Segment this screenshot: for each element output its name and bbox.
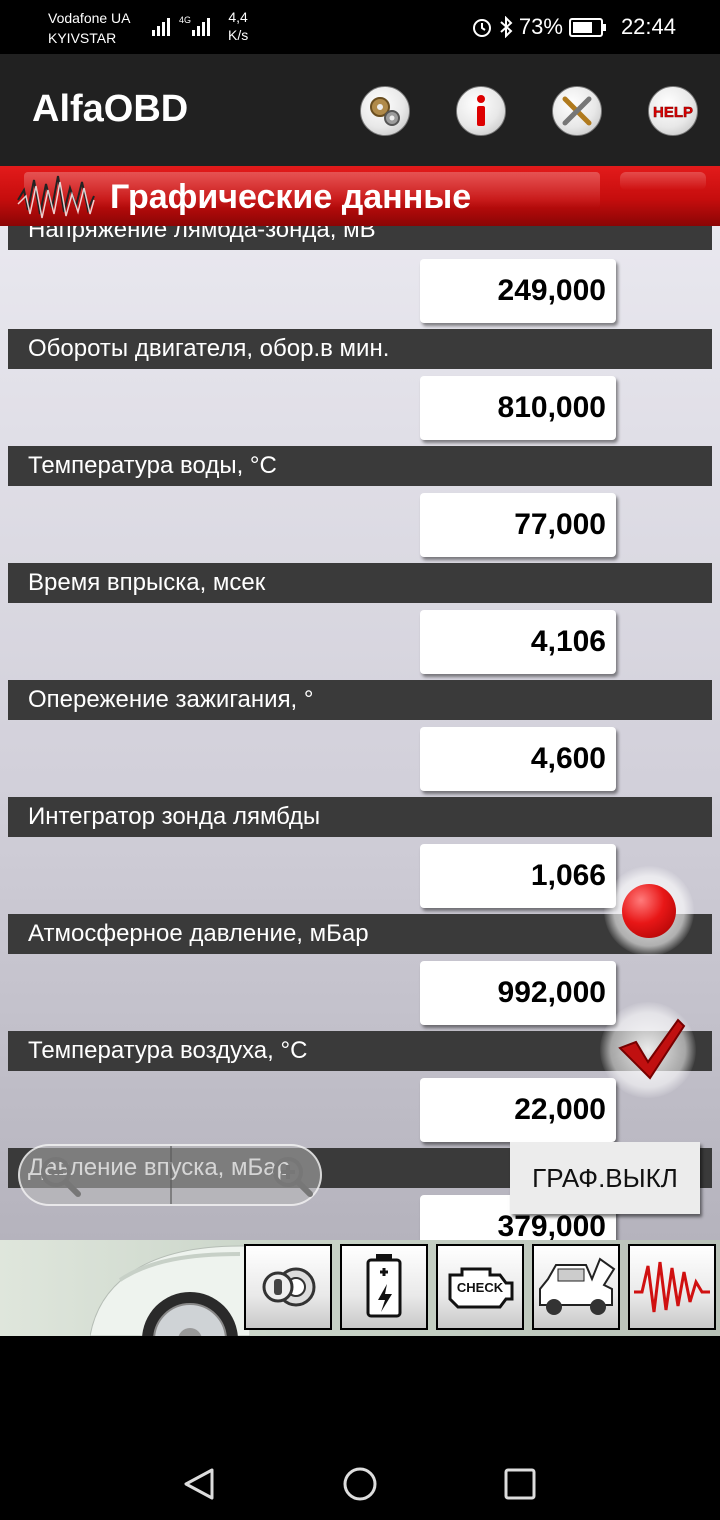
speed-value: 4,4 (228, 9, 248, 25)
waveform-logo-icon (17, 175, 95, 219)
speed-unit: K/s (228, 27, 249, 43)
param-label-water-temp: Температура воды, °C (8, 446, 712, 486)
param-label-lambda-voltage: Напряжение лямбда-зонда, мВ (8, 226, 712, 250)
ignition-key-icon (262, 1267, 316, 1307)
info-icon (477, 95, 485, 126)
tools-icon (562, 96, 592, 126)
param-value-engine-rpm: 810,000 (420, 376, 616, 440)
network-speed: 4,4 K/s (228, 8, 248, 44)
record-button[interactable] (604, 866, 694, 956)
signal-icon: 4G (152, 15, 210, 36)
zoom-control (18, 1144, 322, 1206)
action-bar: AlfaOBD HELP (0, 54, 720, 166)
battery-button[interactable] (340, 1244, 428, 1330)
car-service-button[interactable] (532, 1244, 620, 1330)
car-illustration (90, 1245, 250, 1336)
help-label: HELP (653, 104, 693, 121)
check-engine-button[interactable]: CHECK (436, 1244, 524, 1330)
param-value-atmospheric-pressure: 992,000 (420, 961, 616, 1025)
carrier-info: Vodafone UA KYIVSTAR (48, 8, 131, 48)
app-title: AlfaOBD (32, 88, 189, 130)
battery-charge-icon (366, 1254, 402, 1318)
home-icon[interactable] (340, 1464, 380, 1504)
recents-icon[interactable] (500, 1464, 540, 1504)
param-label-injection-time: Время впрыска, мсек (8, 563, 712, 603)
status-bar: Vodafone UA KYIVSTAR 4G 4,4 K/s 73% 22:4… (0, 0, 720, 54)
param-value-ignition-advance: 4,600 (420, 727, 616, 791)
parameters-list[interactable]: Напряжение лямбда-зонда, мВ 249,000 Обор… (0, 226, 720, 1240)
ignition-key-button[interactable] (244, 1244, 332, 1330)
back-icon[interactable] (180, 1464, 220, 1504)
record-icon (622, 884, 676, 938)
param-value-injection-time: 4,106 (420, 610, 616, 674)
alarm-icon (472, 19, 491, 37)
checkmark-icon (618, 1018, 686, 1080)
param-value-lambda-voltage: 249,000 (420, 259, 616, 323)
help-button[interactable]: HELP (648, 86, 698, 136)
graph-view-button[interactable] (628, 1244, 716, 1330)
param-value-water-temp: 77,000 (420, 493, 616, 557)
check-engine-icon: CHECK (448, 1267, 514, 1309)
zoom-out-button[interactable] (34, 1152, 82, 1200)
graph-toggle-button[interactable]: ГРАФ.ВЫКЛ (510, 1142, 700, 1214)
bottom-toolbar: CHECK (0, 1240, 720, 1336)
param-value-lambda-integrator: 1,066 (420, 844, 616, 908)
bluetooth-icon (500, 16, 513, 38)
zoom-in-button[interactable] (266, 1152, 314, 1200)
carrier-name-1: Vodafone UA (48, 10, 131, 26)
tools-button[interactable] (552, 86, 602, 136)
check-engine-label: CHECK (457, 1280, 504, 1295)
settings-button[interactable] (360, 86, 410, 136)
param-value-air-temp: 22,000 (420, 1078, 616, 1142)
system-nav-bar (0, 1336, 720, 1520)
info-button[interactable] (456, 86, 506, 136)
battery-icon (568, 17, 606, 37)
help-icon: HELP (653, 104, 694, 122)
network-type: 4G (179, 15, 191, 25)
section-header: Графические данные (0, 166, 720, 226)
clock: 22:44 (620, 14, 676, 39)
gears-icon (370, 97, 400, 126)
confirm-button[interactable] (600, 1002, 696, 1098)
battery-percent: 73% (518, 14, 563, 39)
param-label-engine-rpm: Обороты двигателя, обор.в мин. (8, 329, 712, 369)
carrier-name-2: KYIVSTAR (48, 30, 117, 46)
param-label-ignition-advance: Опережение зажигания, ° (8, 680, 712, 720)
param-label-lambda-integrator: Интегратор зонда лямбды (8, 797, 712, 837)
waveform-icon (634, 1261, 710, 1313)
section-title: Графические данные (110, 178, 472, 216)
car-open-hood-icon (539, 1257, 616, 1315)
